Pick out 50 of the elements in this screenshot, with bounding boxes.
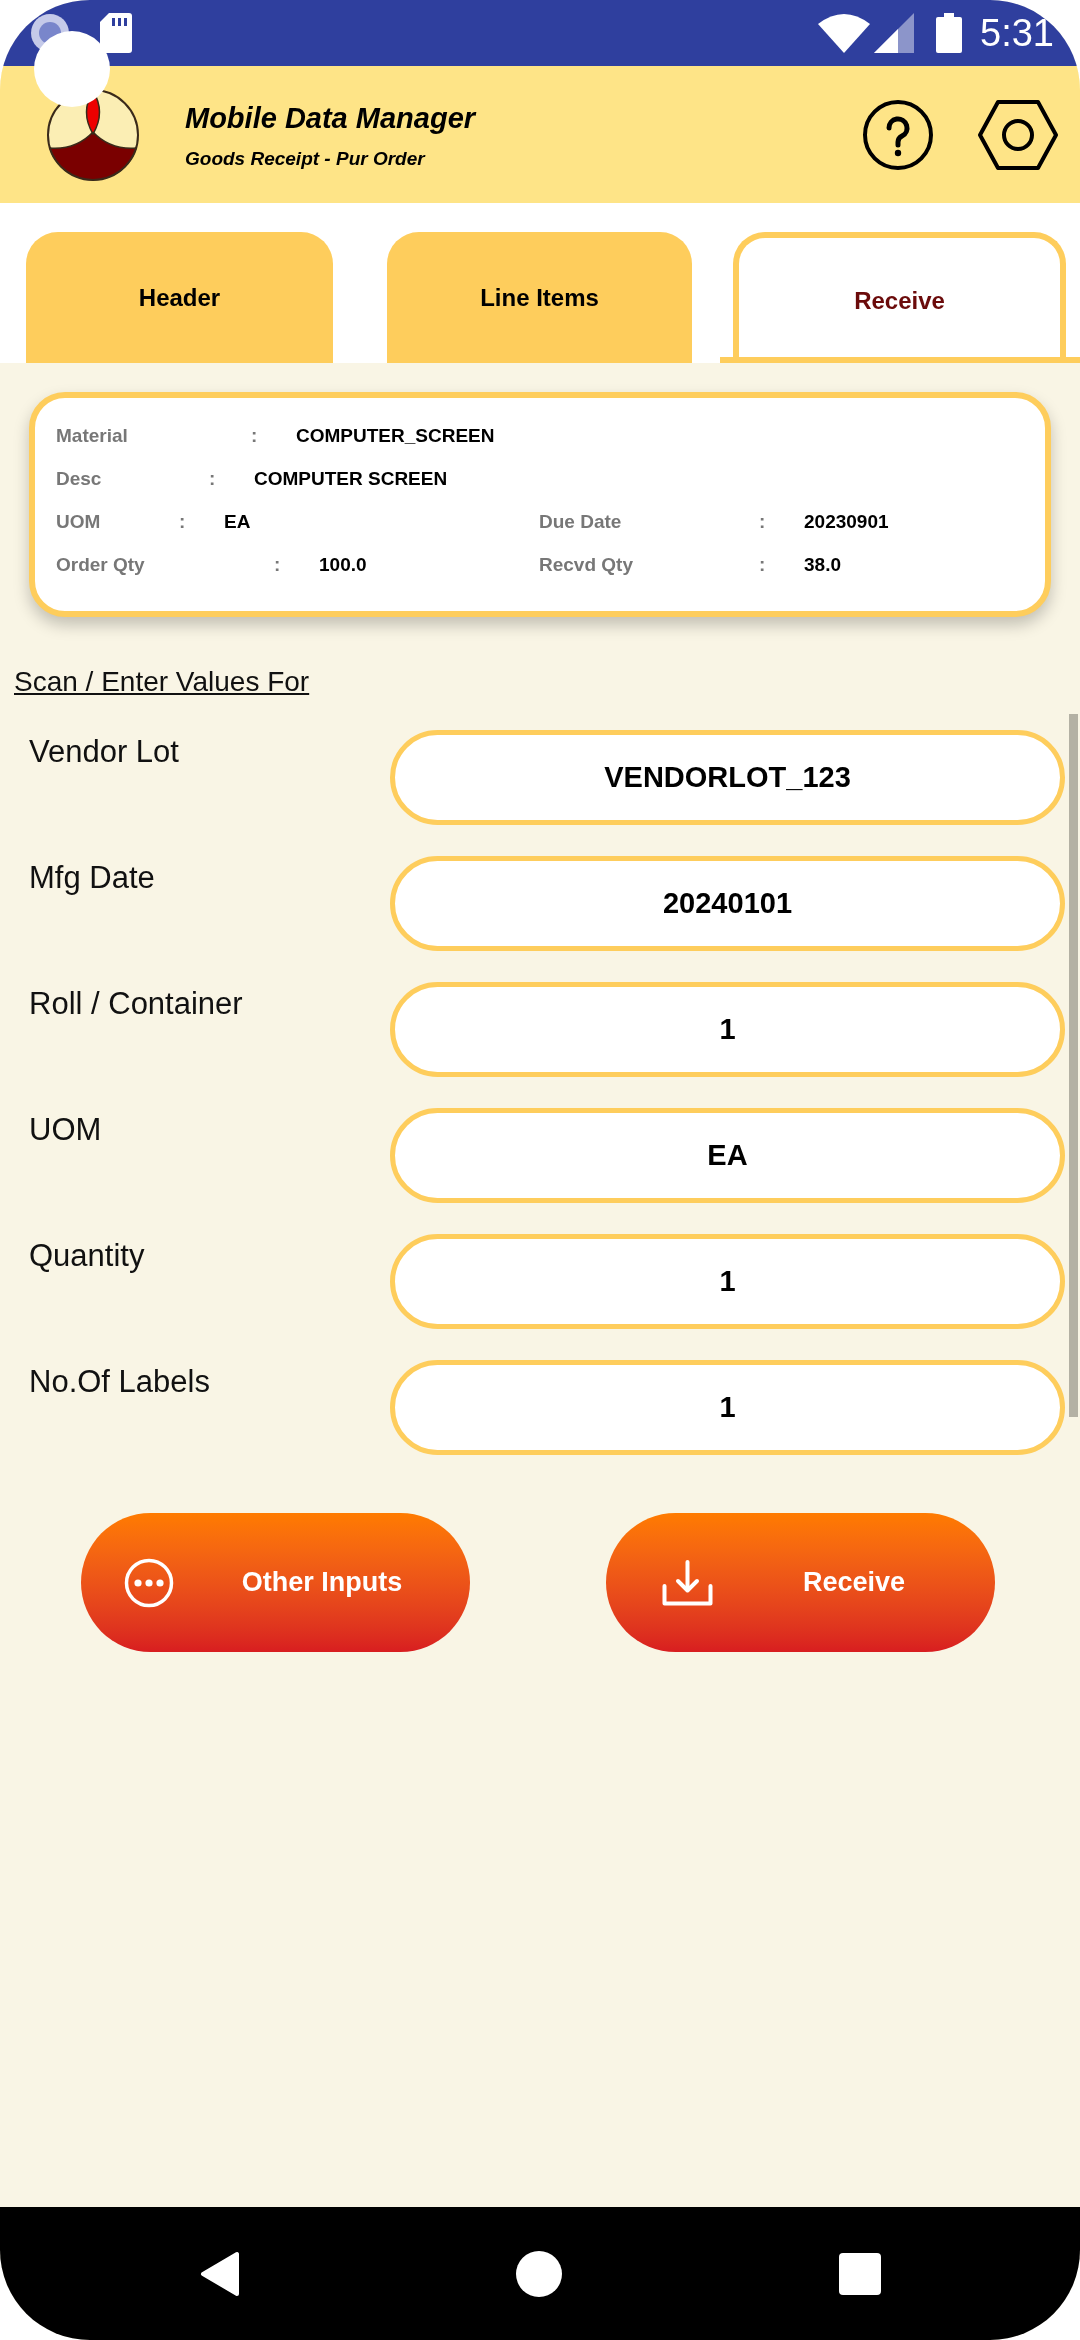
- tab[interactable]: Line Items: [387, 232, 692, 363]
- home-icon[interactable]: [516, 2250, 562, 2297]
- info-value: 100.0: [319, 553, 367, 578]
- input-field[interactable]: 1: [390, 982, 1065, 1077]
- app-subtitle: Goods Receipt - Pur Order: [185, 147, 425, 171]
- field-label: Mfg Date: [29, 860, 155, 896]
- separator: :: [179, 510, 186, 535]
- field-label: Roll / Container: [29, 986, 243, 1022]
- input-field[interactable]: 20240101: [390, 856, 1065, 951]
- more-options-icon: [124, 1557, 174, 1608]
- field-label: UOM: [29, 1112, 102, 1148]
- info-label: Material: [56, 424, 128, 449]
- sd-card-icon: [100, 13, 132, 53]
- info-value: COMPUTER_SCREEN: [296, 424, 495, 449]
- separator: :: [759, 510, 766, 535]
- app-title: Mobile Data Manager: [185, 101, 476, 135]
- recents-icon[interactable]: [839, 2252, 881, 2295]
- input-field[interactable]: 1: [390, 1234, 1065, 1329]
- info-value: EA: [224, 510, 251, 535]
- input-field[interactable]: 1: [390, 1360, 1065, 1455]
- separator: :: [251, 424, 258, 449]
- download-icon: [662, 1559, 713, 1606]
- info-value: 38.0: [804, 553, 841, 578]
- tab[interactable]: Receive: [733, 232, 1066, 357]
- tab[interactable]: Header: [26, 232, 333, 363]
- action-button[interactable]: Receive: [606, 1513, 995, 1652]
- info-label: UOM: [56, 510, 101, 535]
- battery-icon: [936, 13, 963, 53]
- wifi-icon: [818, 13, 871, 53]
- action-button[interactable]: Other Inputs: [81, 1513, 470, 1652]
- status-time: 5:31: [980, 14, 1054, 52]
- field-label: Quantity: [29, 1238, 145, 1274]
- info-label: Due Date: [539, 510, 622, 535]
- input-field[interactable]: VENDORLOT_123: [390, 730, 1065, 825]
- field-label: Vendor Lot: [29, 734, 179, 770]
- info-label: Order Qty: [56, 553, 145, 578]
- field-label: No.Of Labels: [29, 1364, 210, 1400]
- help-icon[interactable]: [862, 98, 934, 171]
- input-field[interactable]: EA: [390, 1108, 1065, 1203]
- section-title: Scan / Enter Values For: [14, 666, 310, 698]
- info-label: Desc: [56, 467, 102, 492]
- signal-icon: [874, 13, 915, 53]
- info-value: 20230901: [804, 510, 889, 535]
- separator: :: [274, 553, 281, 578]
- back-icon[interactable]: [200, 2250, 240, 2297]
- separator: :: [759, 553, 766, 578]
- info-label: Recvd Qty: [539, 553, 633, 578]
- settings-icon[interactable]: [977, 98, 1059, 171]
- separator: :: [209, 467, 216, 492]
- info-value: COMPUTER SCREEN: [254, 467, 448, 492]
